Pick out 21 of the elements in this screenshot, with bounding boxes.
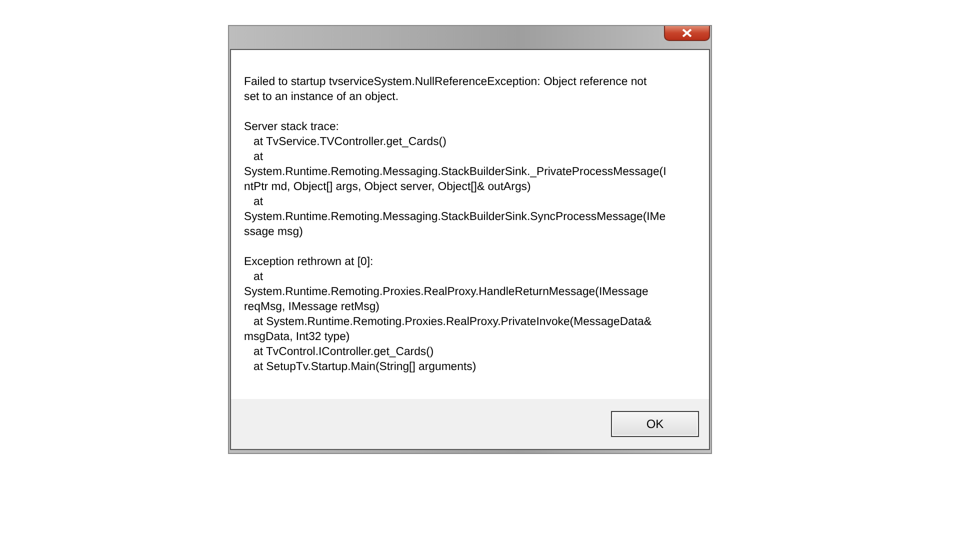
message-line: ssage msg) <box>244 225 304 240</box>
ok-button[interactable]: OK <box>611 411 699 437</box>
message-line: System.Runtime.Remoting.Messaging.StackBuilderSink.SyncProcessMessage(IMe <box>244 210 667 225</box>
close-button[interactable] <box>664 26 710 41</box>
message-line: Server stack trace: <box>244 120 340 135</box>
message-line: at <box>252 195 264 210</box>
message-line: at <box>252 270 264 285</box>
message-line: Failed to startup tvserviceSystem.NullReferenceException: Object reference not <box>244 75 648 90</box>
message-line: reqMsg, IMessage retMsg) <box>244 300 380 315</box>
message-line: at System.Runtime.Remoting.Proxies.RealProxy.PrivateInvoke(MessageData& <box>252 315 652 330</box>
close-icon <box>682 29 692 37</box>
message-line: System.Runtime.Remoting.Proxies.RealProxy.HandleReturnMessage(IMessage <box>244 285 650 300</box>
message-line: ntPtr md, Object[] args, Object server, Object[]& outArgs) <box>244 180 532 195</box>
message-line: msgData, Int32 type) <box>244 330 351 345</box>
message-line: at <box>252 150 264 165</box>
message-line: at SetupTv.Startup.Main(String[] arguments) <box>252 360 478 375</box>
message-line: at TvService.TVController.get_Cards() <box>252 135 448 150</box>
message-line: at TvControl.IController.get_Cards() <box>252 345 435 360</box>
message-line: System.Runtime.Remoting.Messaging.StackBuilderSink._PrivateProcessMessage(I <box>244 165 668 180</box>
message-line: Exception rethrown at [0]: <box>244 255 374 270</box>
message-line: set to an instance of an object. <box>244 90 400 105</box>
